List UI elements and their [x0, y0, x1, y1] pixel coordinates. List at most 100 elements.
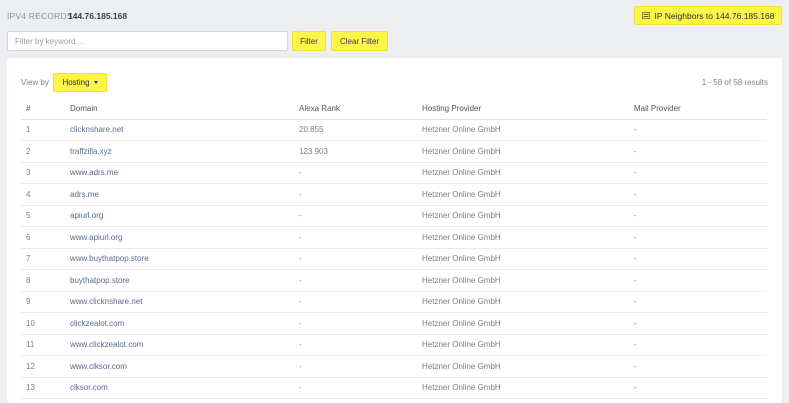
column-header-hosting-provider: Hosting Provider [417, 98, 629, 120]
ip-neighbors-label: IP Neighbors to 144.76.185.168 [654, 10, 775, 21]
table-row: 10 clickzealot.com - Hetzner Online GmbH - [21, 312, 767, 335]
table-row: 7 www.buythatpop.store - Hetzner Online Gmb… [21, 248, 767, 270]
domain-cell: clicknshare.net [65, 119, 294, 141]
alexa-rank-cell: - [294, 291, 417, 313]
domain-cell: www.adrs.me [65, 162, 294, 184]
ip-neighbors-button[interactable]: IP Neighbors to 144.76.185.168 [634, 6, 782, 25]
column-header-alexa-rank: Alexa Rank [294, 98, 417, 120]
alexa-rank-cell: - [294, 334, 417, 356]
row-number: 11 [21, 334, 65, 356]
keyword-filter-input[interactable] [7, 31, 288, 51]
hosting-provider-cell: Hetzner Online GmbH [417, 312, 629, 335]
hosting-provider-cell: Hetzner Online GmbH [417, 269, 629, 292]
domain-link[interactable]: buythatpop.store [70, 276, 130, 285]
list-icon [641, 12, 650, 19]
domain-cell: www.apiurl.org [65, 226, 294, 249]
alexa-rank-cell: - [294, 226, 417, 249]
hosting-provider-cell: Hetzner Online GmbH [417, 355, 629, 378]
domain-link[interactable]: traffzilla.xyz [70, 147, 112, 156]
domain-cell: apiurl.org [65, 205, 294, 227]
hosting-provider-cell: Hetzner Online GmbH [417, 226, 629, 249]
domain-link[interactable]: apiurl.org [70, 211, 103, 220]
table-row: 4 adrs.me - Hetzner Online GmbH - [21, 183, 767, 206]
domain-cell: www.clicknshare.net [65, 291, 294, 313]
view-by-dropdown[interactable]: Hosting [53, 73, 107, 92]
mail-provider-cell: - [629, 205, 767, 227]
domain-link[interactable]: www.apiurl.org [70, 233, 122, 242]
view-by-selected: Hosting [62, 78, 90, 87]
domain-link[interactable]: www.buythatpop.store [70, 254, 149, 263]
domain-cell: www.clickzealot.com [65, 334, 294, 356]
table-row: 8 buythatpop.store - Hetzner Online GmbH - [21, 269, 767, 292]
domain-cell: www.buythatpop.store [65, 248, 294, 270]
table-row: 6 www.apiurl.org - Hetzner Online GmbH - [21, 226, 767, 249]
alexa-rank-cell: - [294, 183, 417, 206]
domain-link[interactable]: www.adrs.me [70, 168, 118, 177]
hosting-provider-cell: Hetzner Online GmbH [417, 162, 629, 184]
domain-link[interactable]: adrs.me [70, 190, 99, 199]
mail-provider-cell: - [629, 119, 767, 141]
domain-cell: www.clksor.com [65, 355, 294, 378]
alexa-rank-cell: - [294, 377, 417, 399]
hosting-provider-cell: Hetzner Online GmbH [417, 291, 629, 313]
mail-provider-cell: - [629, 312, 767, 335]
hosting-provider-cell: Hetzner Online GmbH [417, 183, 629, 206]
domain-link[interactable]: www.clksor.com [70, 362, 127, 371]
row-number: 6 [21, 226, 65, 249]
filter-button[interactable]: Filter [292, 31, 326, 51]
mail-provider-cell: - [629, 355, 767, 378]
alexa-rank-cell: - [294, 312, 417, 335]
mail-provider-cell: - [629, 248, 767, 270]
hosting-provider-cell: Hetzner Online GmbH [417, 377, 629, 399]
domain-link[interactable]: www.clicknshare.net [70, 297, 142, 306]
domain-cell: buythatpop.store [65, 269, 294, 292]
hosting-provider-cell: Hetzner Online GmbH [417, 119, 629, 141]
mail-provider-cell: - [629, 377, 767, 399]
row-number: 1 [21, 119, 65, 141]
table-row: 2 traffzilla.xyz 123.903 Hetzner Online Gmb… [21, 140, 767, 163]
domain-link[interactable]: clickzealot.com [70, 319, 124, 328]
table-row: 3 www.adrs.me - Hetzner Online GmbH - [21, 162, 767, 184]
mail-provider-cell: - [629, 226, 767, 249]
table-row: 11 www.clickzealot.com - Hetzner Online Gmb… [21, 334, 767, 356]
domain-cell: adrs.me [65, 183, 294, 206]
hosting-provider-cell: Hetzner Online GmbH [417, 140, 629, 163]
alexa-rank-cell: - [294, 355, 417, 378]
mail-provider-cell: - [629, 140, 767, 163]
domain-link[interactable]: clicknshare.net [70, 125, 123, 134]
domain-link[interactable]: www.clickzealot.com [70, 340, 143, 349]
row-number: 8 [21, 269, 65, 292]
alexa-rank-cell: 20.855 [294, 119, 417, 141]
column-header-number: # [21, 98, 65, 120]
table-row: 9 www.clicknshare.net - Hetzner Online GmbH… [21, 291, 767, 313]
row-number: 5 [21, 205, 65, 227]
row-number: 13 [21, 377, 65, 399]
top-bar: IPV4 RECORDS 144.76.185.168 IP Neighbors… [0, 0, 789, 32]
clear-filter-button[interactable]: Clear Filter [331, 31, 388, 51]
domain-cell: clickzealot.com [65, 312, 294, 335]
mail-provider-cell: - [629, 291, 767, 313]
domains-table: # Domain Alexa Rank Hosting Provider Mai… [21, 98, 767, 399]
table-header-row: # Domain Alexa Rank Hosting Provider Mai… [21, 98, 767, 120]
alexa-rank-cell: - [294, 269, 417, 292]
table-row: 5 apiurl.org - Hetzner Online GmbH - [21, 205, 767, 227]
ip-address: 144.76.185.168 [68, 11, 128, 21]
row-number: 10 [21, 312, 65, 335]
results-card: View by Hosting 1 - 58 of 58 results # D… [7, 58, 782, 403]
view-by-label: View by [21, 78, 49, 87]
domain-link[interactable]: clksor.com [70, 383, 108, 392]
mail-provider-cell: - [629, 162, 767, 184]
hosting-provider-cell: Hetzner Online GmbH [417, 248, 629, 270]
mail-provider-cell: - [629, 334, 767, 356]
hosting-provider-cell: Hetzner Online GmbH [417, 205, 629, 227]
mail-provider-cell: - [629, 269, 767, 292]
mail-provider-cell: - [629, 183, 767, 206]
alexa-rank-cell: - [294, 205, 417, 227]
records-label: IPV4 RECORDS [7, 11, 73, 21]
hosting-provider-cell: Hetzner Online GmbH [417, 334, 629, 356]
row-number: 7 [21, 248, 65, 270]
row-number: 2 [21, 140, 65, 163]
column-header-mail-provider: Mail Provider [629, 98, 767, 120]
row-number: 4 [21, 183, 65, 206]
domain-cell: clksor.com [65, 377, 294, 399]
